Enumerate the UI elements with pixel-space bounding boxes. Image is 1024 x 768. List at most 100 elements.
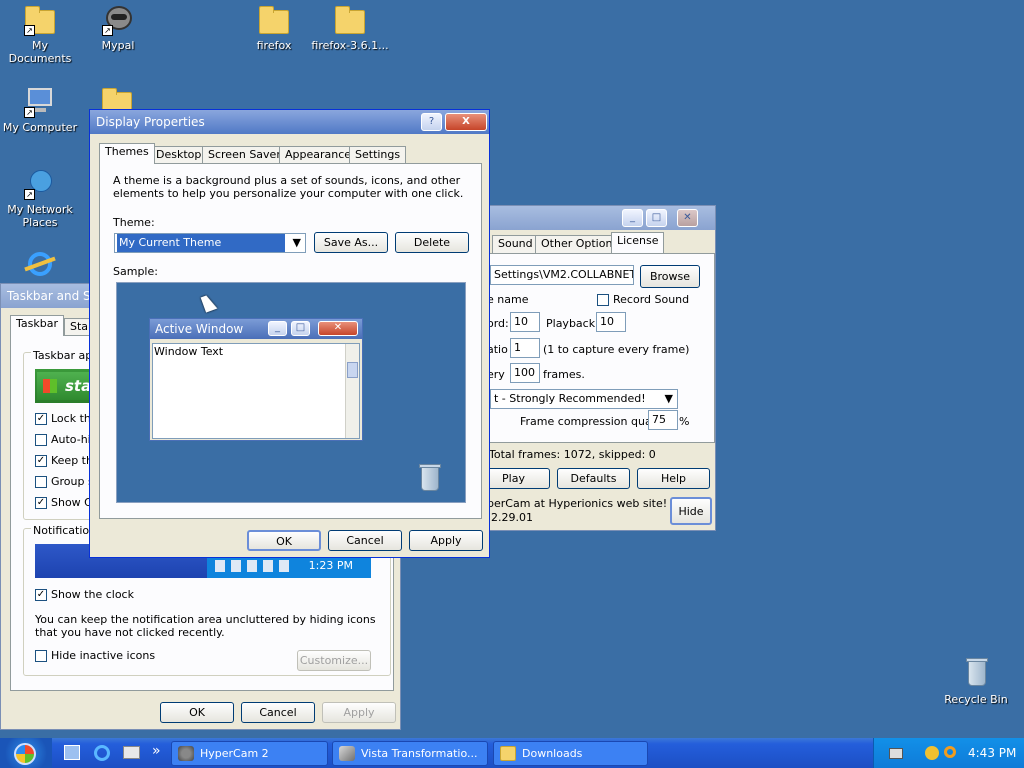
search-icon[interactable] [944, 746, 956, 758]
record-rate-label: ord: [487, 317, 509, 330]
desktop-icon-my-network-places[interactable]: ↗ My Network Places [0, 168, 80, 229]
key-frame-input[interactable]: 100 [510, 363, 540, 383]
chevron-down-icon[interactable]: ▼ [665, 390, 673, 408]
ok-button[interactable]: OK [247, 530, 321, 551]
chevron-down-icon[interactable]: ▼ [293, 234, 301, 252]
help-button[interactable]: Help [637, 468, 710, 489]
frames-label: frames. [543, 368, 585, 381]
theme-select[interactable]: My Current Theme ▼ [114, 233, 306, 253]
quality-input[interactable]: 75 [648, 410, 678, 430]
keep-on-top-checkbox[interactable]: ✓ [35, 455, 47, 467]
taskbar-button-downloads[interactable]: Downloads [493, 741, 648, 766]
computer-icon: ↗ [24, 86, 56, 118]
tab-taskbar[interactable]: Taskbar [10, 315, 64, 336]
hypercam-panel: Settings\VM2.COLLABNET\ Browse e name Re… [473, 253, 715, 443]
desktop-icon-my-computer[interactable]: ↗ My Computer [0, 86, 80, 134]
email-icon[interactable] [123, 746, 140, 759]
close-button[interactable]: ✕ [677, 209, 698, 227]
start-button[interactable] [0, 738, 52, 768]
capture-ratio-input[interactable]: 1 [510, 338, 540, 358]
desktop-icon-my-documents[interactable]: ↗ My Documents [0, 4, 80, 65]
capture-ratio-hint: (1 to capture every frame) [543, 343, 690, 356]
hide-inactive-icons-checkbox[interactable] [35, 650, 47, 662]
quick-launch-more[interactable]: » [152, 741, 161, 761]
output-path-input[interactable]: Settings\VM2.COLLABNET\ [490, 265, 634, 285]
recycle-bin-icon [419, 463, 441, 493]
tab-screen-saver[interactable]: Screen Saver [202, 146, 287, 164]
save-as-button[interactable]: Save As... [314, 232, 388, 253]
internet-explorer-icon[interactable] [94, 745, 110, 761]
cancel-button[interactable]: Cancel [328, 530, 402, 551]
tab-settings[interactable]: Settings [349, 146, 407, 164]
group-similar-checkbox[interactable] [35, 476, 47, 488]
desktop-icon-label: firefox [256, 39, 292, 52]
close-icon: ✕ [318, 321, 358, 336]
apply-button[interactable]: Apply [409, 530, 483, 551]
option-label: Hide inactive icons [51, 649, 156, 662]
frames-info: Total frames: 1072, skipped: 0 [489, 448, 656, 461]
notification-description: You can keep the notification area unclu… [35, 613, 376, 639]
network-icon[interactable] [925, 746, 939, 760]
tab-themes[interactable]: Themes [99, 143, 155, 164]
taskbar: » HyperCam 2 Vista Transformatio... Down… [0, 738, 1024, 768]
maximize-button[interactable]: □ [646, 209, 667, 227]
help-caption-button[interactable]: ? [421, 113, 442, 131]
auto-hide-checkbox[interactable] [35, 434, 47, 446]
tab-sound[interactable]: Sound [492, 235, 539, 253]
desktop-icon-mypal[interactable]: ↗ Mypal [78, 4, 158, 52]
internet-explorer-icon[interactable] [24, 250, 56, 280]
themes-tab-panel: A theme is a background plus a set of so… [99, 163, 482, 519]
show-quick-launch-checkbox[interactable]: ✓ [35, 497, 47, 509]
defaults-button[interactable]: Defaults [557, 468, 630, 489]
sample-window-body: Window Text [152, 343, 360, 439]
window-title: Display Properties [96, 115, 205, 129]
browse-button[interactable]: Browse [640, 265, 700, 288]
taskbar-button-vista-transformation[interactable]: Vista Transformatio... [332, 741, 488, 766]
vista-transformation-icon [339, 746, 355, 761]
playback-rate-input[interactable]: 10 [596, 312, 626, 332]
apply-button[interactable]: Apply [322, 702, 396, 723]
taskbar-button-hypercam[interactable]: HyperCam 2 [171, 741, 328, 766]
compressor-select[interactable]: t - Strongly Recommended! ▼ [490, 389, 678, 409]
record-rate-input[interactable]: 10 [510, 312, 540, 332]
tab-desktop[interactable]: Desktop [150, 146, 208, 164]
taskbar-button-label: Vista Transformatio... [361, 747, 478, 760]
themes-description: A theme is a background plus a set of so… [113, 174, 464, 200]
hypercam-window: _ □ ✕ Sound Other Options License Settin… [472, 205, 716, 531]
hide-button[interactable]: Hide [670, 497, 712, 525]
title-bar[interactable]: Display Properties ? X [90, 110, 489, 134]
close-button[interactable]: X [445, 113, 487, 131]
compressor-value: t - Strongly Recommended! [494, 392, 646, 405]
display-properties-window: Display Properties ? X Themes Desktop Sc… [89, 109, 490, 558]
minimize-button[interactable]: _ [622, 209, 643, 227]
tab-appearance[interactable]: Appearance [279, 146, 358, 164]
customize-button[interactable]: Customize... [297, 650, 371, 671]
desktop-icon-firefox-361-folder[interactable]: firefox-3.6.1... [310, 4, 390, 52]
clock[interactable]: 4:43 PM [968, 738, 1016, 768]
start-text: sta [65, 377, 92, 395]
percent-label: % [679, 415, 690, 428]
taskbar-button-label: Downloads [522, 747, 583, 760]
folder-icon [500, 746, 516, 761]
show-desktop-icon[interactable] [64, 745, 80, 760]
site-text[interactable]: perCam at Hyperionics web site! Click [487, 497, 697, 510]
theme-sample-preview: Active Window _ □ ✕ Window Text [116, 282, 466, 503]
show-clock-checkbox[interactable]: ✓ [35, 589, 47, 601]
version-text: 2.29.01 [491, 511, 533, 524]
preview-clock: 1:23 PM [308, 559, 353, 572]
lock-taskbar-checkbox[interactable]: ✓ [35, 413, 47, 425]
delete-button[interactable]: Delete [395, 232, 469, 253]
option-label: Show Q [51, 496, 93, 509]
cancel-button[interactable]: Cancel [241, 702, 315, 723]
network-icon: ↗ [24, 168, 56, 200]
desktop-icon-label: My Computer [2, 121, 78, 134]
system-tray: 4:43 PM [873, 738, 1024, 768]
hypercam-icon [178, 746, 194, 761]
tab-license[interactable]: License [611, 232, 665, 253]
desktop-icon-firefox-folder[interactable]: firefox [234, 4, 314, 52]
keyboard-icon[interactable] [889, 748, 903, 759]
record-sound-checkbox[interactable] [597, 294, 609, 306]
ok-button[interactable]: OK [160, 702, 234, 723]
title-bar[interactable]: _ □ ✕ [473, 206, 715, 230]
desktop-icon-recycle-bin[interactable]: Recycle Bin [936, 658, 1016, 706]
